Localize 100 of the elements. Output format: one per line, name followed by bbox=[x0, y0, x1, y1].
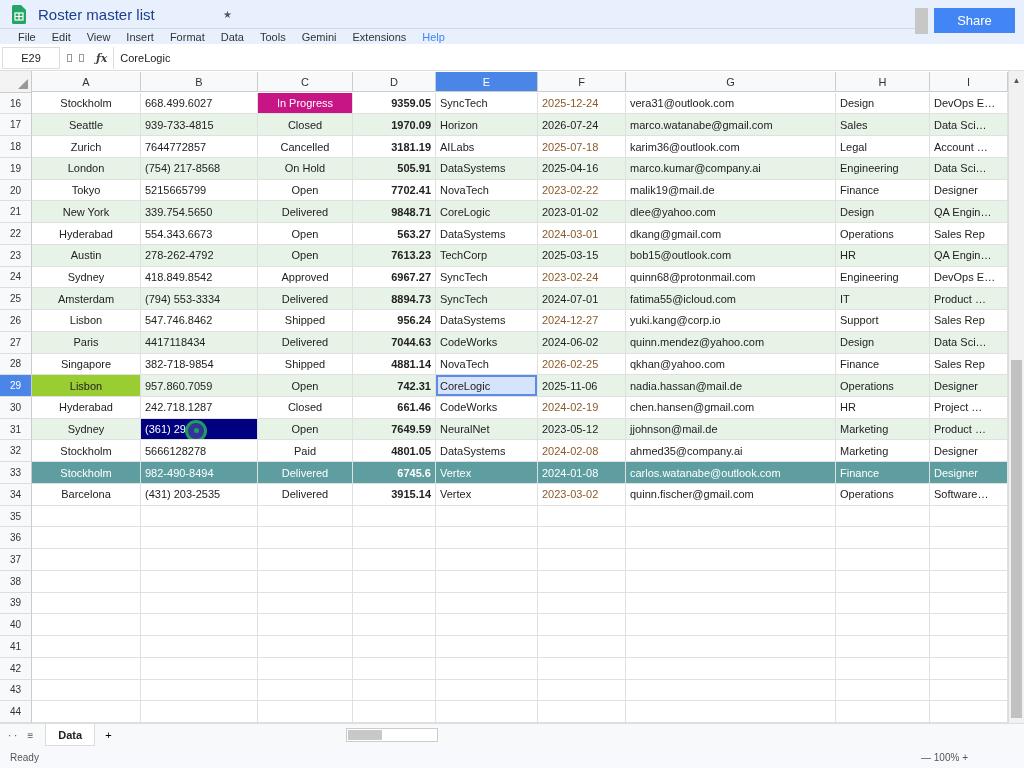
table-cell[interactable]: 2024-06-02 bbox=[538, 331, 626, 354]
table-cell[interactable]: 4801.05 bbox=[353, 440, 436, 463]
menu-item[interactable]: Extensions bbox=[352, 30, 407, 43]
table-cell[interactable]: Finance bbox=[836, 353, 930, 376]
menu-item[interactable]: Data bbox=[220, 30, 244, 43]
table-cell[interactable]: 939-733-4815 bbox=[141, 114, 258, 137]
table-cell[interactable]: DevOps E… bbox=[930, 266, 1008, 289]
row-header[interactable]: 33 bbox=[0, 462, 32, 484]
table-cell[interactable]: Hyderabad bbox=[32, 223, 141, 245]
table-cell[interactable]: Amsterdam bbox=[32, 288, 141, 311]
menu-item[interactable]: Gemini bbox=[301, 30, 337, 43]
row-header[interactable]: 24 bbox=[0, 266, 32, 289]
table-cell[interactable]: fatima55@icloud.com bbox=[626, 288, 836, 311]
table-cell[interactable]: 956.24 bbox=[353, 310, 436, 332]
table-cell[interactable]: Open bbox=[258, 375, 353, 397]
table-cell[interactable]: 547.746.8462 bbox=[141, 310, 258, 332]
table-cell[interactable]: 6967.27 bbox=[353, 266, 436, 289]
table-cell[interactable]: Operations bbox=[836, 375, 930, 397]
table-cell[interactable]: Open bbox=[258, 418, 353, 441]
share-button[interactable]: Share bbox=[934, 8, 1015, 34]
table-cell[interactable]: 668.499.6027 bbox=[141, 92, 258, 115]
table-cell[interactable]: Data Sci… bbox=[930, 114, 1008, 137]
table-cell[interactable]: 2023-02-22 bbox=[538, 179, 626, 202]
menu-item[interactable]: Insert bbox=[126, 30, 154, 43]
table-cell[interactable]: IT bbox=[836, 288, 930, 311]
table-cell[interactable]: malik19@mail.de bbox=[626, 179, 836, 202]
column-header[interactable]: E bbox=[436, 72, 538, 92]
table-cell[interactable]: marco.kumar@company.ai bbox=[626, 157, 836, 180]
table-cell[interactable]: 7613.23 bbox=[353, 244, 436, 267]
row-header[interactable]: 17 bbox=[0, 114, 32, 137]
row-header[interactable]: 39 bbox=[0, 592, 32, 615]
table-cell[interactable]: nadia.hassan@mail.de bbox=[626, 375, 836, 397]
table-cell[interactable]: 5666128278 bbox=[141, 440, 258, 463]
row-header[interactable]: 31 bbox=[0, 418, 32, 441]
table-cell[interactable]: In Progress bbox=[258, 92, 353, 115]
table-cell[interactable]: 339.754.5650 bbox=[141, 201, 258, 224]
row-header[interactable]: 25 bbox=[0, 288, 32, 311]
table-cell[interactable]: CodeWorks bbox=[436, 331, 538, 354]
row-header[interactable]: 19 bbox=[0, 157, 32, 180]
table-cell[interactable]: Lisbon bbox=[32, 375, 141, 397]
table-cell[interactable]: 278-262-4792 bbox=[141, 244, 258, 267]
table-cell[interactable]: Approved bbox=[258, 266, 353, 289]
zoom-control[interactable]: — 100% + bbox=[921, 751, 968, 763]
table-cell[interactable]: Sales Rep bbox=[930, 353, 1008, 376]
table-cell[interactable]: Sales Rep bbox=[930, 310, 1008, 332]
table-cell[interactable]: 2024-07-01 bbox=[538, 288, 626, 311]
table-cell[interactable]: 8894.73 bbox=[353, 288, 436, 311]
name-box[interactable]: E29 bbox=[2, 47, 60, 69]
table-cell[interactable]: 1970.09 bbox=[353, 114, 436, 137]
table-cell[interactable]: Design bbox=[836, 201, 930, 224]
column-header[interactable]: D bbox=[353, 72, 436, 92]
table-cell[interactable]: 742.31 bbox=[353, 375, 436, 397]
table-cell[interactable]: DataSystems bbox=[436, 157, 538, 180]
table-cell[interactable]: CodeWorks bbox=[436, 397, 538, 419]
table-cell[interactable]: Sales bbox=[836, 114, 930, 137]
table-cell[interactable]: DataSystems bbox=[436, 310, 538, 332]
row-header[interactable]: 21 bbox=[0, 201, 32, 224]
table-cell[interactable]: 3181.19 bbox=[353, 136, 436, 158]
row-header[interactable]: 40 bbox=[0, 614, 32, 637]
table-cell[interactable]: Finance bbox=[836, 179, 930, 202]
table-cell[interactable]: Hyderabad bbox=[32, 397, 141, 419]
document-title[interactable]: Roster master list bbox=[38, 5, 155, 23]
table-cell[interactable]: Engineering bbox=[836, 157, 930, 180]
table-cell[interactable]: Account … bbox=[930, 136, 1008, 158]
table-cell[interactable]: 563.27 bbox=[353, 223, 436, 245]
table-cell[interactable]: Open bbox=[258, 179, 353, 202]
row-header[interactable]: 29 bbox=[0, 375, 32, 397]
menu-item[interactable]: Format bbox=[169, 30, 205, 43]
table-cell[interactable]: quinn.fischer@gmail.com bbox=[626, 483, 836, 506]
table-cell[interactable]: 2024-12-27 bbox=[538, 310, 626, 332]
table-cell[interactable]: dkang@gmail.com bbox=[626, 223, 836, 245]
horizontal-scrollbar[interactable] bbox=[345, 728, 438, 742]
table-cell[interactable]: Shipped bbox=[258, 353, 353, 376]
table-cell[interactable]: On Hold bbox=[258, 157, 353, 180]
table-cell[interactable]: 2026-07-24 bbox=[538, 114, 626, 137]
row-header[interactable]: 42 bbox=[0, 657, 32, 680]
table-cell[interactable]: Lisbon bbox=[32, 310, 141, 332]
table-cell[interactable]: 957.860.7059 bbox=[141, 375, 258, 397]
menu-item[interactable]: Tools bbox=[259, 30, 286, 43]
table-cell[interactable]: NovaTech bbox=[436, 353, 538, 376]
table-cell[interactable]: TechCorp bbox=[436, 244, 538, 267]
table-cell[interactable]: vera31@outlook.com bbox=[626, 92, 836, 115]
table-cell[interactable]: Open bbox=[258, 223, 353, 245]
table-cell[interactable]: 382-718-9854 bbox=[141, 353, 258, 376]
row-header[interactable]: 44 bbox=[0, 701, 32, 723]
table-cell[interactable]: Operations bbox=[836, 483, 930, 506]
row-header[interactable]: 26 bbox=[0, 310, 32, 332]
row-header[interactable]: 43 bbox=[0, 679, 32, 702]
table-cell[interactable]: (794) 553-3334 bbox=[141, 288, 258, 311]
row-header[interactable]: 23 bbox=[0, 244, 32, 267]
row-header[interactable]: 28 bbox=[0, 353, 32, 376]
table-cell[interactable]: Design bbox=[836, 331, 930, 354]
table-cell[interactable]: Sydney bbox=[32, 266, 141, 289]
table-cell[interactable]: NeuralNet bbox=[436, 418, 538, 441]
table-cell[interactable]: Design bbox=[836, 92, 930, 115]
row-header[interactable]: 38 bbox=[0, 570, 32, 593]
table-cell[interactable]: SyncTech bbox=[436, 92, 538, 115]
row-header[interactable]: 22 bbox=[0, 223, 32, 245]
table-cell[interactable]: Delivered bbox=[258, 201, 353, 224]
table-cell[interactable]: 554.343.6673 bbox=[141, 223, 258, 245]
